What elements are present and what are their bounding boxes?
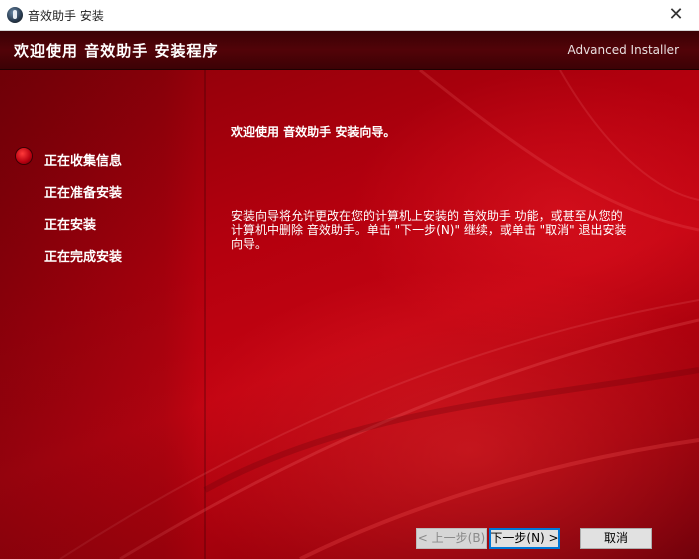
step-collecting-info: 正在收集信息 [44,154,123,169]
description-text: 安装向导将允许更改在您的计算机上安装的 音效助手 功能，或甚至从您的计算机中删除… [231,209,627,251]
next-button[interactable]: 下一步(N) > [489,528,560,549]
back-button[interactable]: < 上一步(B) [416,528,487,549]
app-icon [7,7,23,23]
window-title: 音效助手 安装 [28,9,104,23]
steps-sidebar [0,70,205,559]
cancel-button[interactable]: 取消 [580,528,652,549]
wizard-content: 正在收集信息 正在准备安装 正在安装 正在完成安装 欢迎使用 音效助手 安装向导… [0,70,699,559]
page-title: 欢迎使用 音效助手 安装程序 [14,42,219,60]
step-finishing-install: 正在完成安装 [44,250,123,265]
step-preparing-install: 正在准备安装 [44,186,123,201]
title-bar: 音效助手 安装 ✕ [0,0,699,31]
header-banner: 欢迎使用 音效助手 安装程序 Advanced Installer [0,31,699,70]
brand-label: Advanced Installer [567,43,679,57]
welcome-heading: 欢迎使用 音效助手 安装向导。 [231,125,396,139]
current-step-bullet-icon [16,148,32,164]
close-button[interactable]: ✕ [653,0,699,30]
step-installing: 正在安装 [44,218,97,233]
